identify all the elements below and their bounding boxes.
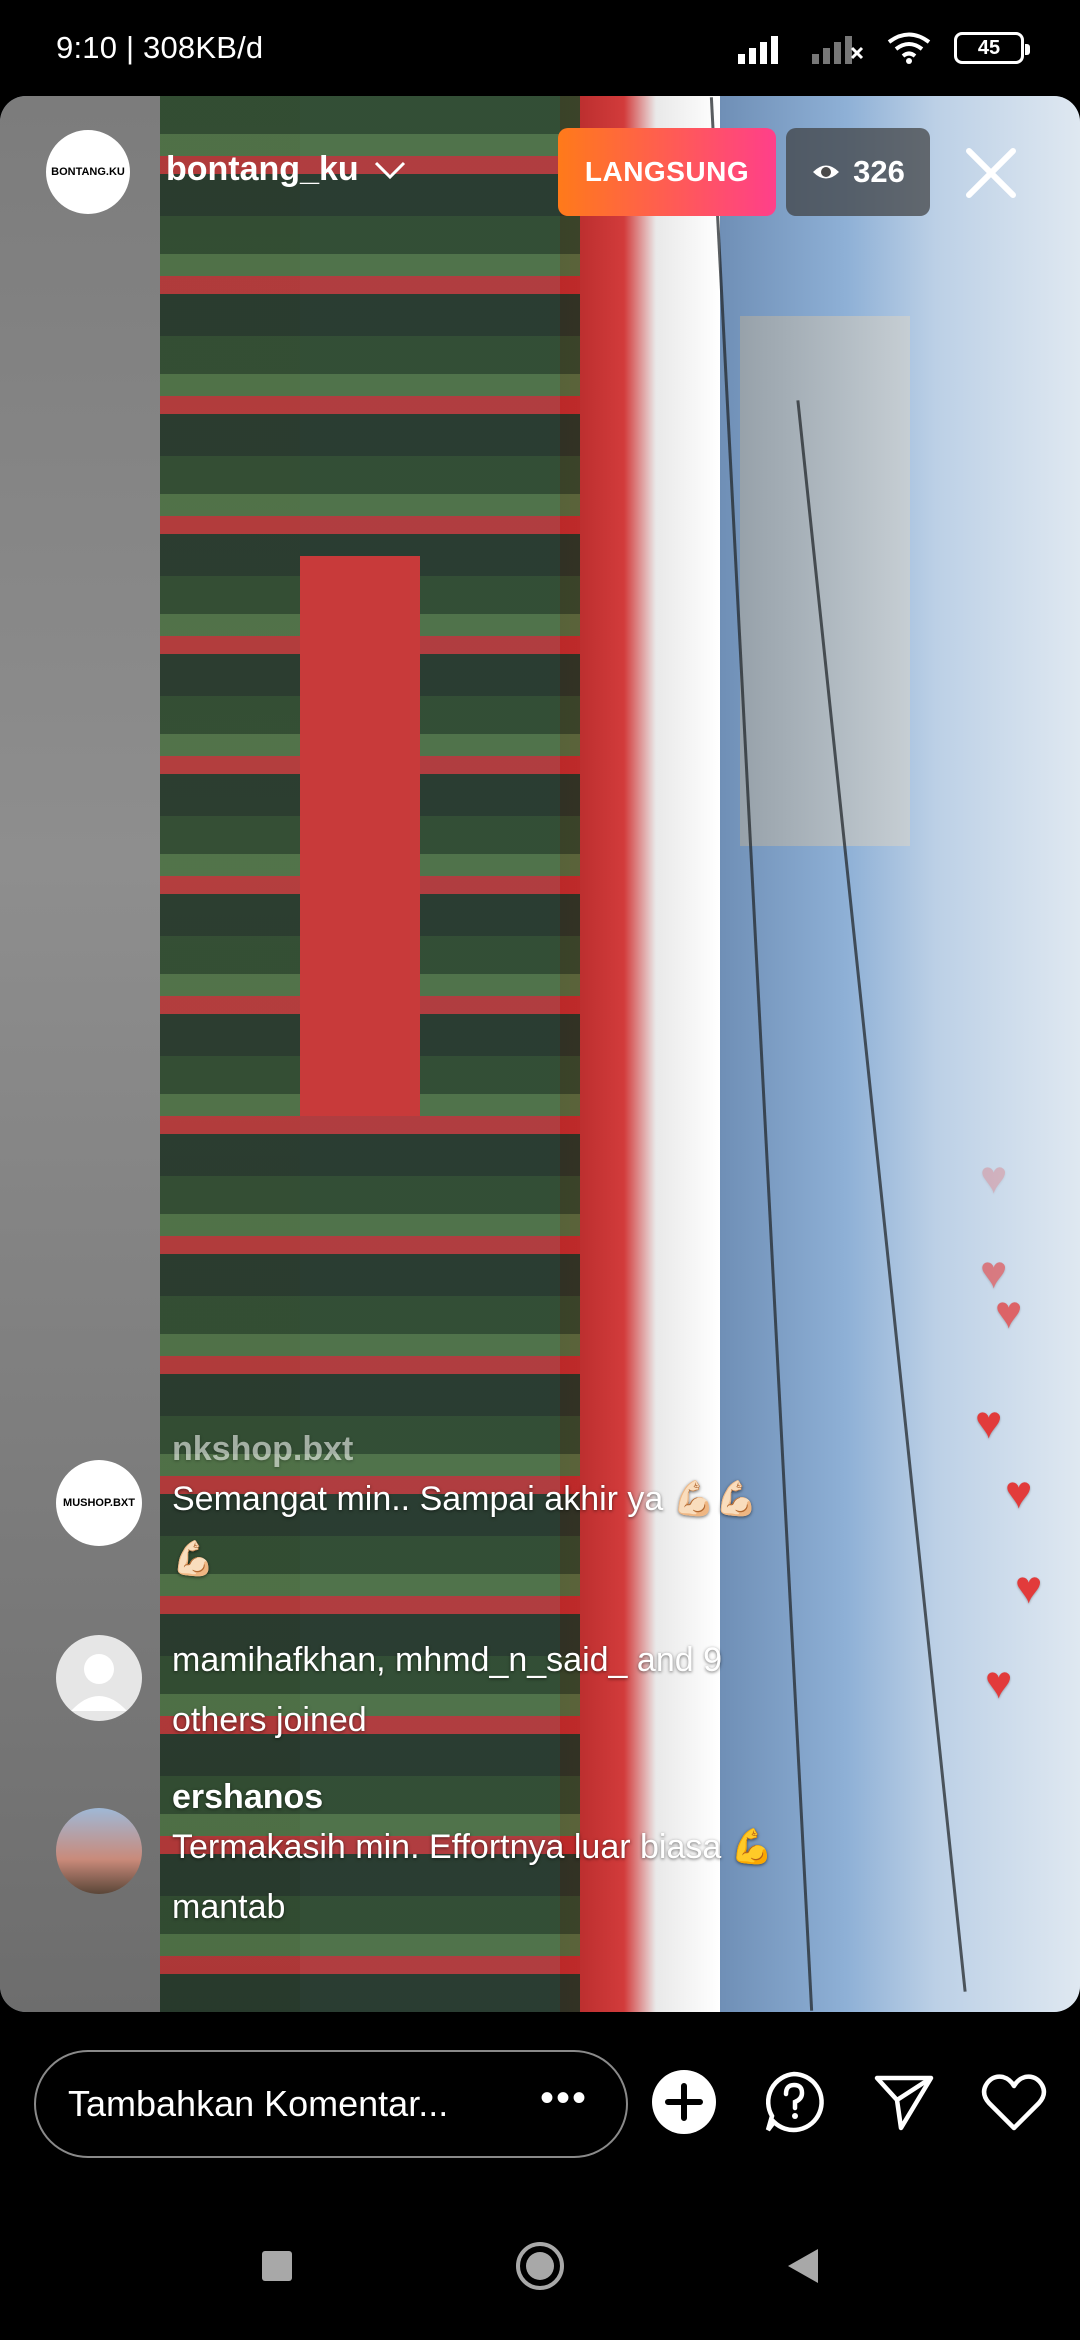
close-button[interactable] — [958, 140, 1024, 206]
more-options-button[interactable]: ••• — [540, 2076, 588, 2121]
status-time: 9:10 | 308KB/d — [56, 30, 264, 65]
comment-text-line2: mantab — [172, 1888, 286, 1926]
signal-icon — [738, 36, 778, 64]
share-button[interactable] — [866, 2064, 942, 2140]
live-badge: LANGSUNG — [558, 128, 776, 216]
default-avatar-icon — [71, 1654, 127, 1711]
heart-icon: ♥ — [980, 1151, 1008, 1203]
wifi-icon — [887, 32, 931, 64]
floating-hearts: ♥ ♥ ♥ ♥ ♥ ♥ ♥ — [960, 1150, 1080, 1710]
send-icon — [874, 2075, 934, 2131]
status-icons: 45 — [738, 31, 1030, 65]
comment-input-placeholder: Tambahkan Komentar... — [68, 2083, 449, 2124]
heart-icon: ♥ — [1015, 1561, 1043, 1613]
like-button[interactable] — [976, 2064, 1052, 2140]
viewer-count-badge[interactable]: 326 — [786, 128, 930, 216]
join-notice-body: mamihafkhan, mhmd_n_said_ and 9 others j… — [172, 1630, 892, 1750]
battery-indicator: 45 — [954, 32, 1030, 64]
comment-avatar[interactable] — [56, 1808, 142, 1894]
question-button[interactable] — [756, 2064, 832, 2140]
bottom-action-bar: Tambahkan Komentar... ••• — [0, 2012, 1080, 2192]
video-building — [740, 316, 910, 846]
eye-icon — [813, 165, 840, 179]
comment-avatar-text: MUSHOP.BXT — [63, 1497, 135, 1509]
system-nav-bar — [0, 2192, 1080, 2340]
comment-text: Semangat min.. Sampai akhir ya 💪🏻💪🏻 — [172, 1480, 758, 1518]
comment-item: MUSHOP.BXT nkshop.bxt Semangat min.. Sam… — [56, 1430, 896, 1590]
comment-text-line2: 💪🏻 — [172, 1540, 215, 1578]
host-username-row[interactable]: bontang_ku — [166, 150, 407, 189]
comment-body: nkshop.bxt Semangat min.. Sampai akhir y… — [172, 1430, 892, 1589]
comment-text: Termakasih min. Effortnya luar biasa 💪 — [172, 1828, 774, 1866]
chevron-down-icon — [374, 161, 405, 179]
heart-icon: ♥ — [985, 1656, 1013, 1708]
join-notice: mamihafkhan, mhmd_n_said_ and 9 others j… — [56, 1630, 896, 1750]
comment-body: ershanos Termakasih min. Effortnya luar … — [172, 1778, 892, 1937]
home-icon[interactable] — [514, 2240, 566, 2292]
status-bar: 9:10 | 308KB/d 45 — [0, 0, 1080, 96]
close-icon — [966, 148, 1016, 198]
recents-icon[interactable] — [260, 2249, 294, 2283]
heart-icon: ♥ — [975, 1396, 1003, 1448]
comment-username[interactable]: nkshop.bxt — [172, 1430, 892, 1469]
heart-outline-icon — [981, 2074, 1047, 2131]
heart-icon: ♥ — [995, 1286, 1023, 1338]
joined-avatar — [56, 1635, 142, 1721]
add-button[interactable] — [646, 2064, 722, 2140]
question-bubble-icon — [765, 2071, 824, 2133]
comment-item: ershanos Termakasih min. Effortnya luar … — [56, 1778, 896, 1948]
host-avatar[interactable]: BONTANG.KU — [46, 130, 130, 214]
join-notice-text-line2: others joined — [172, 1701, 367, 1739]
back-icon[interactable] — [786, 2247, 820, 2285]
host-username: bontang_ku — [166, 150, 359, 188]
signal-no-sim-icon — [812, 36, 864, 64]
host-avatar-text: BONTANG.KU — [51, 166, 125, 178]
plus-circle-icon — [652, 2070, 716, 2134]
heart-icon: ♥ — [1005, 1466, 1033, 1518]
join-notice-text: mamihafkhan, mhmd_n_said_ and 9 — [172, 1641, 722, 1679]
comment-input[interactable]: Tambahkan Komentar... ••• — [34, 2050, 628, 2158]
viewer-count: 326 — [853, 154, 905, 189]
comment-username[interactable]: ershanos — [172, 1778, 892, 1817]
comment-avatar[interactable]: MUSHOP.BXT — [56, 1460, 142, 1546]
video-carpet — [300, 556, 420, 1116]
